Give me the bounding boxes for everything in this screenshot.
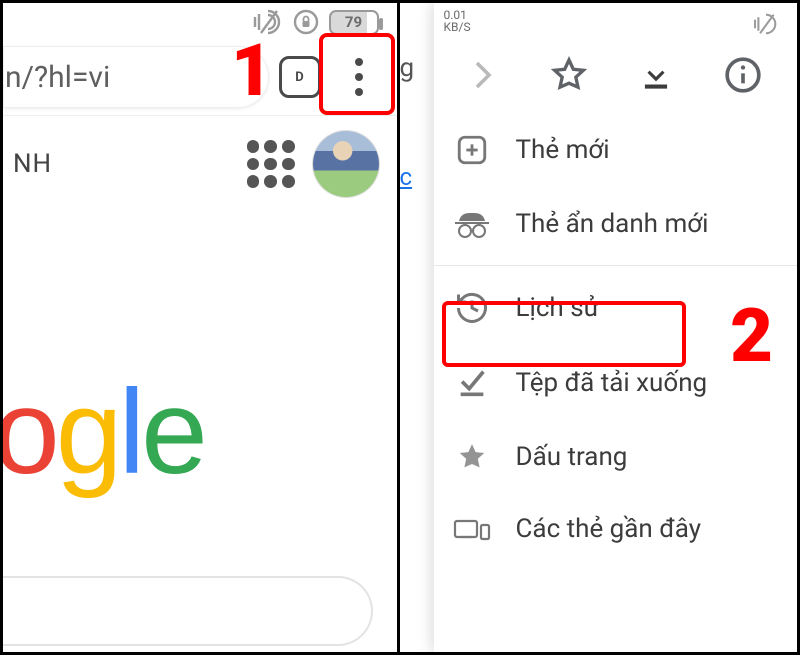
menu-item-label: Dấu trang [516,442,628,472]
divider [3,115,397,116]
incognito-icon [452,207,492,241]
avatar[interactable] [313,131,379,197]
background-sliver-g: g [400,53,415,83]
history-icon [452,290,492,326]
panel-step-2: g c 0.01 KB/S Thẻ mới Thẻ ẩn danh mới [400,3,798,652]
url-text: n/?hl=vi [5,60,110,95]
menu-item-recent-tabs[interactable]: Các thẻ gần đây [434,494,798,564]
menu-action-row [434,41,798,113]
address-bar-row: n/?hl=vi D [3,41,397,113]
network-speed-indicator: 0.01 KB/S [444,9,471,33]
apps-grid-icon[interactable] [247,140,295,188]
background-sliver-c: c [400,163,413,191]
status-bar-left: 79 [3,3,397,41]
download-icon[interactable] [637,56,675,94]
battery-indicator: 79 [329,10,379,35]
vibrate-silent-icon [753,13,779,35]
google-tabs-row: NH [3,113,397,197]
kebab-icon [355,58,363,96]
forward-icon[interactable] [465,57,501,93]
star-icon[interactable] [549,55,589,95]
url-field[interactable]: n/?hl=vi [3,46,269,108]
lock-ring-icon [293,9,319,35]
panel-step-1: 79 n/?hl=vi D NH ogle 1 [3,3,400,652]
tabs-count-value: D [295,70,303,85]
menu-item-bookmarks[interactable]: Dấu trang [434,420,798,494]
bookmarks-star-icon [452,440,492,474]
annotation-number-1: 1 [231,28,273,113]
menu-item-new-tab[interactable]: Thẻ mới [434,113,798,187]
menu-item-label: Thẻ mới [516,135,610,165]
recent-tabs-icon [452,514,492,544]
google-logo: ogle [3,363,204,501]
battery-level: 79 [345,13,362,31]
annotation-number-2: 2 [730,293,773,380]
more-menu-button[interactable] [329,42,389,112]
menu-item-incognito[interactable]: Thẻ ẩn danh mới [434,187,798,261]
status-bar-right [434,3,798,41]
google-search-box[interactable] [3,576,373,646]
new-tab-icon [452,133,492,167]
menu-item-label: Tệp đã tải xuống [516,368,708,398]
tabs-count-button[interactable]: D [279,56,321,98]
tab-fragment-label[interactable]: NH [13,149,52,179]
menu-item-label: Các thẻ gần đây [516,514,702,544]
menu-item-label: Lịch sử [516,293,600,323]
info-icon[interactable] [723,55,763,95]
menu-divider [434,265,798,266]
menu-item-label: Thẻ ẩn danh mới [516,209,709,239]
downloads-done-icon [452,366,492,400]
